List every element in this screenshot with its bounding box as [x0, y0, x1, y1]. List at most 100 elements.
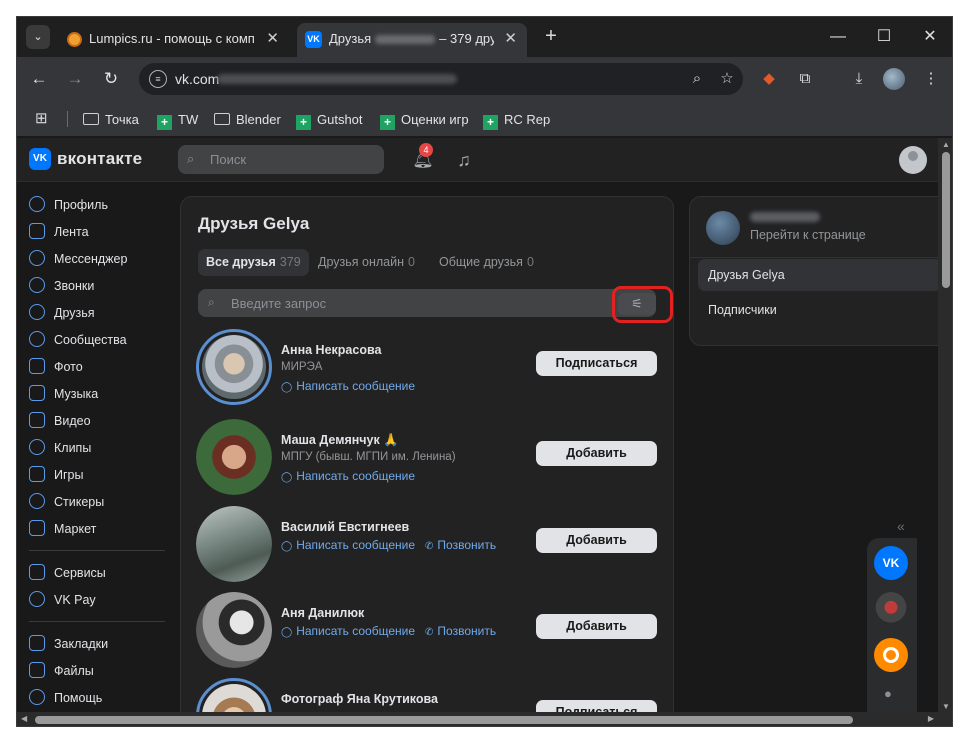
chat-icon[interactable]: ● [884, 686, 892, 701]
forward-button[interactable]: → [63, 67, 87, 91]
bookmark-star-icon[interactable]: ☆ [717, 69, 737, 89]
bookmark-folder[interactable]: Blender [214, 110, 281, 130]
sidebar-item-messenger[interactable]: Мессенджер [29, 247, 179, 271]
bookmark[interactable]: + TW [157, 110, 198, 130]
add-friend-button[interactable]: Добавить [536, 528, 657, 553]
avatar[interactable] [196, 506, 272, 582]
scroll-left-arrow-icon[interactable]: ◀ [21, 714, 27, 723]
call-link[interactable]: ✆ Позвонить [425, 624, 496, 638]
sidebar-item-vkpay[interactable]: VK Pay [29, 588, 179, 612]
vk-search-input[interactable]: ⌕ Поиск [178, 145, 384, 174]
sidebar-item-photos[interactable]: Фото [29, 355, 179, 379]
panel-item-subscribers[interactable]: Подписчики [698, 294, 942, 326]
tab-close-icon[interactable]: ✕ [266, 24, 279, 54]
sidebar-divider [29, 550, 165, 551]
tab-close-icon[interactable]: ✕ [504, 24, 517, 54]
sidebar-item-market[interactable]: Маркет [29, 517, 179, 541]
bookmark[interactable]: + RC Rep [483, 110, 550, 130]
friends-search-input[interactable]: ⌕ Введите запрос [198, 289, 656, 317]
address-bar[interactable]: ≡ vk.com ⌕ ☆ [139, 63, 743, 95]
scroll-right-arrow-icon[interactable]: ▶ [928, 714, 934, 723]
panel-item-friends[interactable]: Друзья Gelya [698, 259, 942, 291]
tab-vk-friends[interactable]: VK Друзья – 379 дру ✕ [297, 23, 527, 57]
bookmark[interactable]: + Gutshot [296, 110, 363, 130]
extensions-puzzle-icon[interactable]: ⧉ [793, 67, 817, 91]
menu-dots-icon[interactable]: ⋮ [919, 67, 943, 91]
scroll-down-arrow-icon[interactable]: ▼ [942, 702, 950, 711]
sidebar-item-services[interactable]: Сервисы [29, 561, 179, 585]
reload-button[interactable]: ↻ [99, 67, 123, 91]
tab-all-friends[interactable]: Все друзья 379 [198, 249, 309, 276]
music-icon [29, 385, 45, 401]
write-message-link[interactable]: ◯ Написать сообщение [281, 379, 415, 393]
new-tab-button[interactable]: + [539, 24, 563, 48]
sidebar-item-stickers[interactable]: Стикеры [29, 490, 179, 514]
phone-icon: ✆ [425, 627, 434, 638]
folder-icon [83, 113, 99, 125]
tab-search-button[interactable]: ⌄ [26, 25, 50, 49]
sidebar-item-profile[interactable]: Профиль [29, 193, 179, 217]
game-app-icon[interactable] [874, 592, 908, 626]
download-icon[interactable]: ⤓ [847, 67, 871, 91]
sidebar-item-clips[interactable]: Клипы [29, 436, 179, 460]
friend-row: Василий Евстигнеев ◯ Написать сообщение ✆ П… [181, 506, 673, 592]
friend-name[interactable]: Василий Евстигнеев [281, 520, 409, 534]
odnoklassniki-icon[interactable] [874, 638, 908, 672]
apps-grid-icon[interactable]: ⊞ [35, 111, 51, 127]
write-message-link[interactable]: ◯ Написать сообщение [281, 469, 415, 483]
write-message-link[interactable]: ◯ Написать сообщение [281, 624, 415, 638]
scroll-thumb[interactable] [942, 152, 950, 288]
profile-avatar[interactable] [706, 211, 740, 245]
vk-logo-icon[interactable]: VK [29, 148, 51, 170]
avatar[interactable] [196, 592, 272, 668]
tab-friends-online[interactable]: Друзья онлайн 0 [310, 249, 423, 276]
horizontal-scrollbar[interactable]: ◀ ▶ [17, 712, 952, 726]
close-window-button[interactable]: ✕ [915, 25, 945, 49]
site-info-icon[interactable]: ≡ [149, 70, 167, 88]
write-message-link[interactable]: ◯ Написать сообщение [281, 538, 415, 552]
vk-brand[interactable]: вконтакте [57, 149, 142, 169]
sidebar-item-communities[interactable]: Сообщества [29, 328, 179, 352]
sidebar-item-calls[interactable]: Звонки [29, 274, 179, 298]
sidebar-item-feed[interactable]: Лента [29, 220, 179, 244]
sidebar-item-video[interactable]: Видео [29, 409, 179, 433]
extension-icon[interactable]: ◆ [757, 67, 781, 91]
zoom-icon[interactable]: ⌕ [687, 69, 707, 89]
avatar-image [196, 419, 272, 495]
panel-divider [690, 257, 948, 258]
avatar[interactable] [196, 329, 272, 405]
scroll-up-arrow-icon[interactable]: ▲ [942, 140, 950, 149]
add-friend-button[interactable]: Добавить [536, 441, 657, 466]
maximize-button[interactable]: ☐ [869, 25, 899, 49]
vertical-scrollbar[interactable]: ▲ ▼ [938, 138, 952, 713]
bookmark-folder[interactable]: Точка [83, 110, 139, 130]
collapse-chevron-icon[interactable]: « [897, 518, 905, 534]
tab-mutual-friends[interactable]: Общие друзья 0 [431, 249, 542, 276]
back-button[interactable]: ← [27, 67, 51, 91]
sidebar-item-bookmarks[interactable]: Закладки [29, 632, 179, 656]
subscribe-button[interactable]: Подписаться [536, 351, 657, 376]
scroll-thumb[interactable] [35, 716, 853, 724]
music-note-icon[interactable]: ♫ [453, 149, 475, 171]
friend-name[interactable]: Анна Некрасова [281, 343, 381, 357]
search-icon: ⌕ [187, 151, 195, 166]
friend-name[interactable]: Маша Демянчук 🙏 [281, 433, 399, 448]
minimize-button[interactable]: — [823, 25, 853, 49]
tab-lumpics[interactable]: Lumpics.ru - помощь с компь ✕ [57, 23, 289, 57]
go-to-page-link[interactable]: Перейти к странице [750, 228, 866, 242]
friend-name[interactable]: Аня Данилюк [281, 606, 364, 620]
user-avatar[interactable] [899, 146, 927, 174]
profile-avatar[interactable] [883, 68, 905, 90]
vk-app-icon[interactable]: VK [874, 546, 908, 580]
friend-name[interactable]: Фотограф Яна Крутикова [281, 692, 438, 706]
add-friend-button[interactable]: Добавить [536, 614, 657, 639]
sidebar-item-files[interactable]: Файлы [29, 659, 179, 683]
sidebar-item-friends[interactable]: Друзья [29, 301, 179, 325]
avatar[interactable] [196, 419, 272, 495]
bookmark[interactable]: + Оценки игр [380, 110, 469, 130]
sidebar-item-games[interactable]: Игры [29, 463, 179, 487]
call-link[interactable]: ✆ Позвонить [425, 538, 496, 552]
sidebar-item-music[interactable]: Музыка [29, 382, 179, 406]
right-panel: Перейти к странице Друзья Gelya Подписчи… [689, 196, 949, 346]
sidebar-item-help[interactable]: Помощь [29, 686, 179, 710]
